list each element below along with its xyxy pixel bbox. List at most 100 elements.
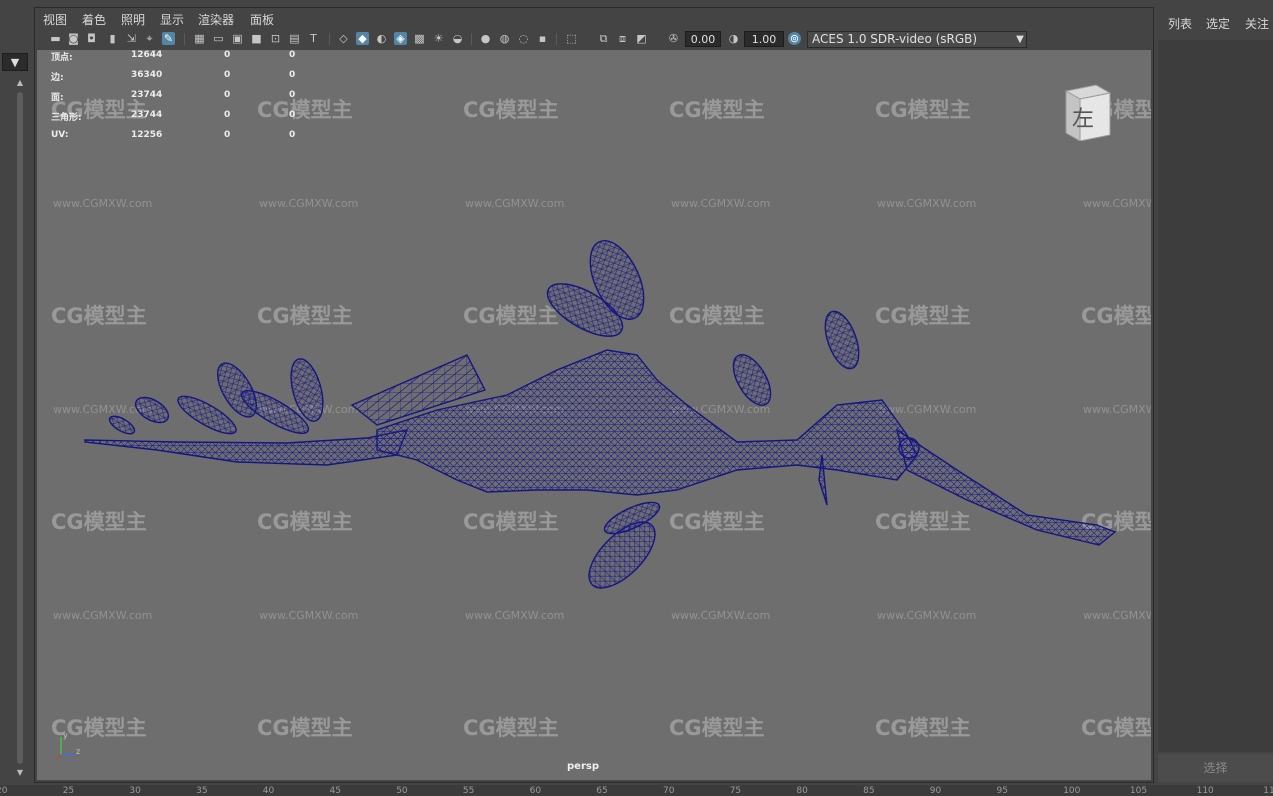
motion-blur-icon[interactable]: ◍ xyxy=(498,32,511,45)
timeline-tick-label: 65 xyxy=(596,786,608,796)
multisample-aa-icon[interactable]: ◌ xyxy=(517,32,530,45)
resolution-gate-icon[interactable]: ▣ xyxy=(231,32,244,45)
tab-focus[interactable]: 关注 xyxy=(1245,15,1269,32)
2d-pan-zoom-icon[interactable]: ⇲ xyxy=(125,32,138,45)
xray-joints-icon[interactable]: ⧈ xyxy=(616,32,629,45)
hud-label: 面: xyxy=(51,93,64,103)
timeline-tick-label: 105 xyxy=(1129,786,1148,796)
timeline-tick-label: 80 xyxy=(796,786,808,796)
textured-icon[interactable]: ▩ xyxy=(413,32,426,45)
viewcube-face-label: 左 xyxy=(1072,107,1095,132)
tab-list[interactable]: 列表 xyxy=(1168,15,1192,32)
hud-value: 0 xyxy=(289,110,296,120)
color-space-label: ACES 1.0 SDR-video (sRGB) xyxy=(812,32,978,46)
use-all-lights-icon[interactable]: ☀ xyxy=(432,32,445,45)
timeline-tick-label: 25 xyxy=(62,786,75,796)
scroll-thumb[interactable] xyxy=(17,92,23,764)
panel-menubar: 视图 着色 照明 显示 渲染器 面板 xyxy=(35,8,1153,28)
gate-mask-icon[interactable]: ■ xyxy=(250,32,263,45)
depth-of-field-icon[interactable]: ▪ xyxy=(536,32,549,45)
exposure-icon[interactable]: ✇ xyxy=(667,32,680,45)
axis-z-label: z xyxy=(76,747,81,756)
timeline-tick-label: 30 xyxy=(129,786,141,796)
timeline-tick-label: 45 xyxy=(329,786,341,796)
time-slider[interactable]: 20 25 30 35 40 45 50 55 60 65 70 75 80 85 90 95 100 105 11… xyxy=(0,785,1273,796)
3d-viewport[interactable]: CG模型主 www.CGMXW.com CG模型主 www.CGMXW.com CG模型… xyxy=(37,50,1151,780)
exposure-field[interactable]: 0.00 xyxy=(685,31,721,47)
snout-section xyxy=(895,428,1117,546)
hud-value: 0 xyxy=(224,90,231,100)
timeline-tick-label: 70 xyxy=(663,786,675,796)
hud-value: 0 xyxy=(224,130,231,140)
hud-label: UV: xyxy=(51,130,69,140)
left-scrollbar[interactable]: ▲ ▼ xyxy=(14,78,26,778)
viewcube[interactable]: 左 xyxy=(1062,83,1112,142)
safe-action-icon[interactable]: ▤ xyxy=(288,32,301,45)
safe-title-icon[interactable]: T xyxy=(307,32,320,45)
hud-value: 23744 xyxy=(131,110,163,120)
menu-view[interactable]: 视图 xyxy=(43,11,67,28)
tab-selected[interactable]: 选定 xyxy=(1206,15,1230,32)
timeline-tick-label: 40 xyxy=(262,786,275,796)
isolate-select-icon[interactable]: ⬚ xyxy=(565,32,578,45)
outliner-list[interactable] xyxy=(1158,40,1273,752)
field-chart-icon[interactable]: ⊡ xyxy=(269,32,282,45)
smooth-shade-icon[interactable]: ◆ xyxy=(356,32,369,45)
wireframe-cube-icon[interactable]: ◇ xyxy=(337,32,350,45)
chevron-down-icon[interactable]: ▼ xyxy=(1013,31,1027,48)
grease-pencil-icon[interactable]: ⌖ xyxy=(143,32,156,45)
select-camera-icon[interactable]: ▬ xyxy=(49,32,62,45)
pencil-tool-icon[interactable]: ✎ xyxy=(162,32,175,45)
menu-renderer[interactable]: 渲染器 xyxy=(198,11,234,28)
axis-gizmo xyxy=(56,737,75,759)
image-plane-icon[interactable]: ▮ xyxy=(106,32,119,45)
default-material-icon[interactable]: ◐ xyxy=(375,32,388,45)
hud-value: 36340 xyxy=(131,70,163,80)
hud-value: 0 xyxy=(289,90,296,100)
film-gate-icon[interactable]: ▭ xyxy=(212,32,225,45)
menu-shading[interactable]: 着色 xyxy=(82,11,106,28)
timeline-tick-label: 95 xyxy=(996,786,1008,796)
gamma-icon[interactable]: ◑ xyxy=(727,32,740,45)
color-management-icon[interactable]: ⊚ xyxy=(788,32,801,45)
hud-label: 边: xyxy=(51,73,64,83)
eye-mesh xyxy=(898,437,920,459)
hud-label: 三角形: xyxy=(51,113,82,123)
grid-icon[interactable]: ▦ xyxy=(193,32,206,45)
bookmarks-icon[interactable]: ◘ xyxy=(85,32,98,45)
tail-section xyxy=(84,429,409,466)
hud-value: 0 xyxy=(224,70,231,80)
left-dropdown[interactable]: ▼ xyxy=(2,53,28,71)
menu-show[interactable]: 显示 xyxy=(160,11,184,28)
timeline-tick-label: 110 xyxy=(1196,786,1214,796)
wireframe-on-shaded-icon[interactable]: ◈ xyxy=(394,32,407,45)
menu-lighting[interactable]: 照明 xyxy=(121,11,145,28)
gamma-field[interactable]: 1.00 xyxy=(744,31,784,47)
timeline-tick-label: 85 xyxy=(863,786,875,796)
timeline-tick-label: 35 xyxy=(196,786,208,796)
toolbar-separator xyxy=(556,33,557,45)
xray-icon[interactable]: ⧉ xyxy=(597,32,610,45)
timeline-tick-label: 90 xyxy=(929,786,942,796)
camera-attributes-icon[interactable]: ◙ xyxy=(67,32,80,45)
timeline-tick-label: 75 xyxy=(729,786,742,796)
scroll-down-icon[interactable]: ▼ xyxy=(14,768,26,778)
hud-value: 0 xyxy=(224,50,231,60)
toolbar-separator xyxy=(471,33,472,45)
camera-label: persp xyxy=(567,761,599,772)
hud-value: 0 xyxy=(224,110,231,120)
left-toolbox: ▼ ▲ ▼ xyxy=(0,0,32,796)
menu-panels[interactable]: 面板 xyxy=(250,11,274,28)
shadows-icon[interactable]: ◒ xyxy=(451,32,464,45)
color-space-select[interactable]: ACES 1.0 SDR-video (sRGB) xyxy=(807,31,1027,48)
timeline-tick-label: 115 xyxy=(1263,786,1273,796)
hud-value: 0 xyxy=(289,50,296,60)
xray-components-icon[interactable]: ◩ xyxy=(635,32,648,45)
hud-value: 12256 xyxy=(131,130,163,140)
leaf-appendage xyxy=(134,396,170,424)
timeline-tick-label: 55 xyxy=(462,786,475,796)
screen-space-ao-icon[interactable]: ● xyxy=(479,32,492,45)
scroll-up-icon[interactable]: ▲ xyxy=(14,78,26,88)
select-button[interactable]: 选择 xyxy=(1158,754,1273,782)
timeline-tick-label: 50 xyxy=(396,786,408,796)
